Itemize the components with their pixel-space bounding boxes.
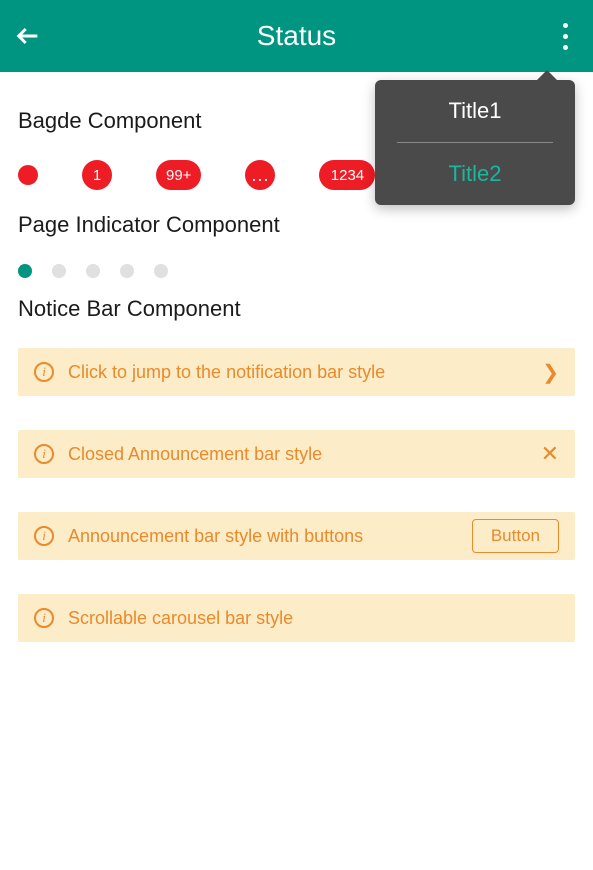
page-dot-4[interactable] <box>120 264 134 278</box>
badge-1234: 1234 <box>319 160 375 190</box>
notice-bar-scrollable: i Scrollable carousel bar style <box>18 594 575 642</box>
more-menu-button[interactable] <box>537 0 593 72</box>
page-title: Status <box>0 20 593 52</box>
menu-item-title1[interactable]: Title1 <box>375 80 575 142</box>
notice-bar-closable: i Closed Announcement bar style ✕ <box>18 430 575 478</box>
info-icon: i <box>34 444 54 464</box>
badge-99plus: 99+ <box>156 160 201 190</box>
page-dot-3[interactable] <box>86 264 100 278</box>
page-dot-5[interactable] <box>154 264 168 278</box>
badge-dot <box>18 165 38 185</box>
page-dot-2[interactable] <box>52 264 66 278</box>
back-button[interactable] <box>0 8 56 64</box>
info-icon: i <box>34 526 54 546</box>
info-icon: i <box>34 608 54 628</box>
dropdown-menu: Title1 Title2 <box>375 80 575 205</box>
notice-text: Closed Announcement bar style <box>68 444 531 465</box>
menu-item-title2[interactable]: Title2 <box>375 143 575 205</box>
arrow-left-icon <box>14 22 42 50</box>
close-icon[interactable]: ✕ <box>541 441 559 467</box>
page-dot-1[interactable] <box>18 264 32 278</box>
badge-ellipsis: ... <box>245 160 275 190</box>
notice-text: Click to jump to the notification bar st… <box>68 362 532 383</box>
badge-1: 1 <box>82 160 112 190</box>
notice-bar-link[interactable]: i Click to jump to the notification bar … <box>18 348 575 396</box>
chevron-right-icon: ❯ <box>542 360 559 385</box>
more-vertical-icon <box>563 23 568 50</box>
notice-bar-with-button: i Announcement bar style with buttons Bu… <box>18 512 575 560</box>
notice-bar-section-title: Notice Bar Component <box>18 296 575 322</box>
info-icon: i <box>34 362 54 382</box>
page-indicator <box>18 264 575 278</box>
notice-text: Scrollable carousel bar style <box>68 608 559 629</box>
page-indicator-section-title: Page Indicator Component <box>18 212 575 238</box>
app-header: Status <box>0 0 593 72</box>
notice-action-button[interactable]: Button <box>472 519 559 553</box>
notice-text: Announcement bar style with buttons <box>68 526 472 547</box>
